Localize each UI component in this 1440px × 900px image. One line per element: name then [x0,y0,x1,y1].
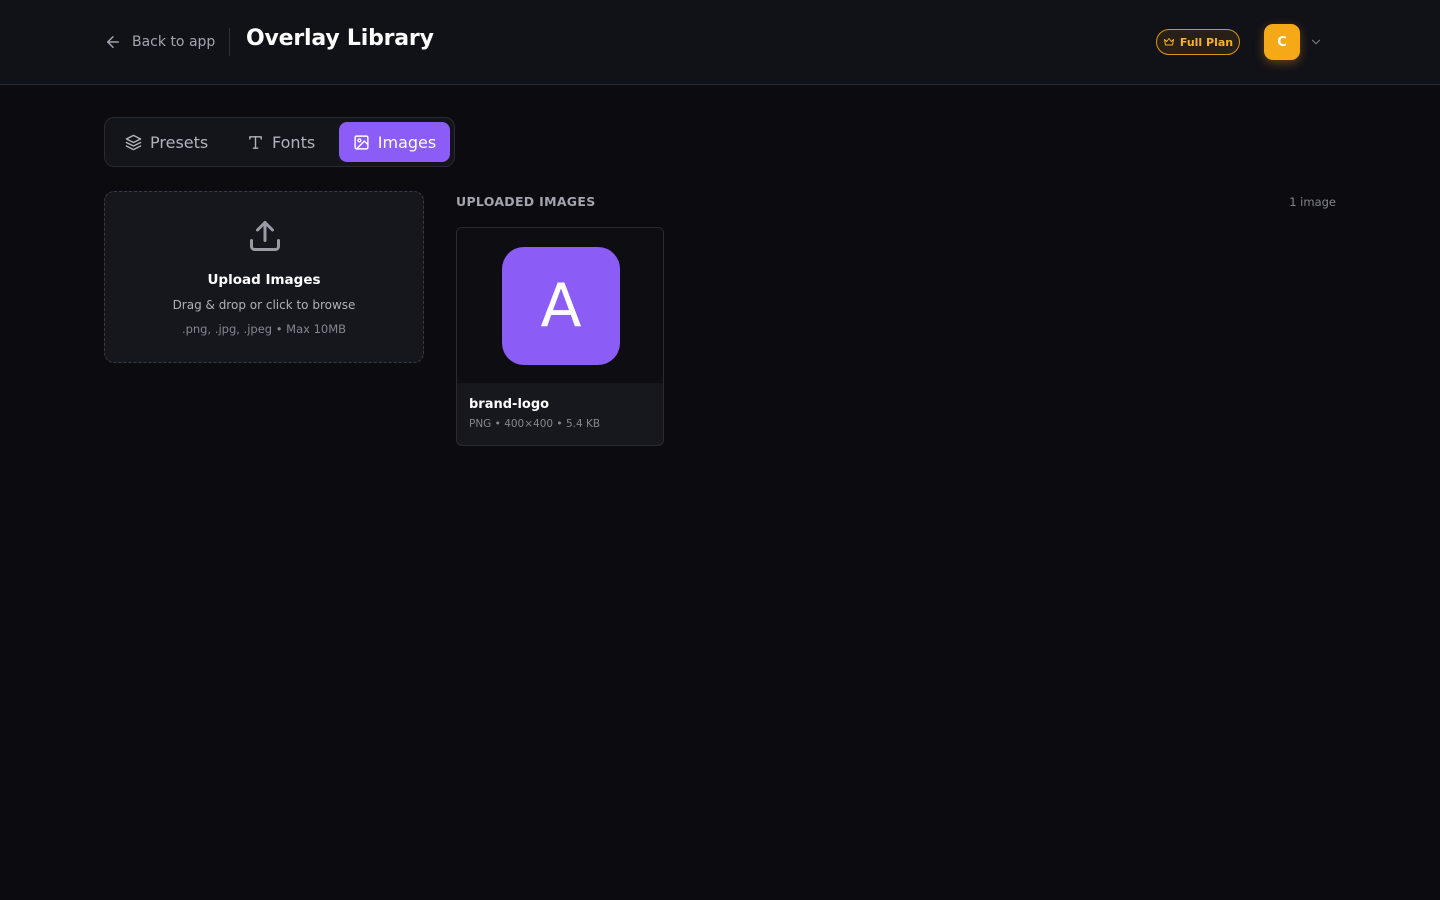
tab-presets[interactable]: Presets [125,122,208,162]
uploaded-images-heading: UPLOADED IMAGES [456,194,596,209]
image-card[interactable]: A brand-logo PNG • 400×400 • 5.4 KB [456,227,664,446]
upload-formats: .png, .jpg, .jpeg • Max 10MB [181,322,347,336]
brand-logo-tile: A [502,247,620,365]
type-icon [249,135,262,149]
chevron-down-icon[interactable] [1309,35,1323,49]
tab-fonts-label: Fonts [272,132,316,152]
upload-title: Upload Images [207,272,321,288]
page-title: Overlay Library [246,26,434,51]
brand-logo-letter: A [540,271,582,341]
tab-fonts[interactable]: Fonts [247,122,315,162]
image-meta: PNG • 400×400 • 5.4 KB [469,418,601,430]
library-tabs: Presets Fonts Images [104,117,455,167]
image-name: brand-logo [469,397,550,412]
arrow-left-icon [107,36,119,48]
header-divider [229,28,230,56]
top-bar: Back to app Overlay Library Full Plan C [0,0,1440,85]
tab-images-label: Images [377,132,437,152]
crown-icon [1163,38,1174,46]
image-count: 1 image [1289,195,1336,209]
back-to-app-link[interactable]: Back to app [104,28,215,56]
upload-dropzone[interactable]: Upload Images Drag & drop or click to br… [104,191,424,363]
user-avatar[interactable]: C [1264,24,1300,60]
plan-badge-label: Full Plan [1179,35,1234,49]
back-to-app-label: Back to app [132,34,216,50]
tab-images[interactable]: Images [339,122,450,162]
upload-icon [250,221,280,251]
layers-icon [125,134,142,150]
tab-presets-label: Presets [150,132,209,152]
image-icon [354,134,369,150]
image-thumbnail: A [457,228,663,383]
avatar-initial: C [1277,34,1287,50]
upload-hint: Drag & drop or click to browse [172,298,356,312]
plan-badge[interactable]: Full Plan [1156,29,1240,55]
